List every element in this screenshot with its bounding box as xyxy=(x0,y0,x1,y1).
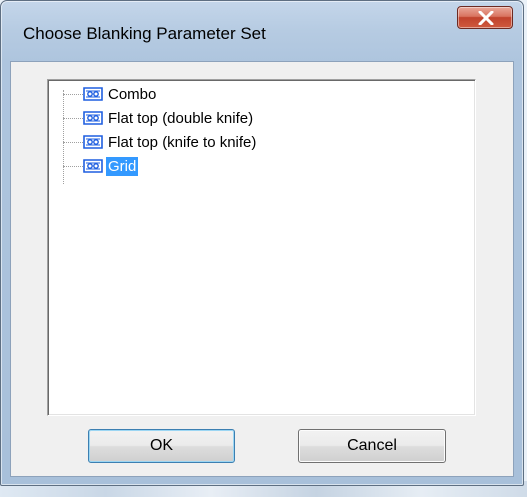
tree-item-flat-top-knife-to-knife[interactable]: Flat top (knife to knife) xyxy=(63,131,258,153)
tree-item-flat-top-double-knife[interactable]: Flat top (double knife) xyxy=(63,107,255,129)
parameter-set-icon xyxy=(83,159,103,173)
parameter-set-icon xyxy=(83,87,103,101)
parameter-set-icon xyxy=(83,135,103,149)
tree-item-label-selected: Grid xyxy=(106,156,139,176)
ok-button[interactable]: OK xyxy=(88,429,235,463)
dialog-client-area: Combo Flat top (double knife) Flat top (… xyxy=(10,61,514,477)
tree-item-label: Flat top (knife to knife) xyxy=(108,133,257,151)
tree-item-grid[interactable]: Grid xyxy=(63,155,139,177)
parameter-set-tree[interactable]: Combo Flat top (double knife) Flat top (… xyxy=(47,79,476,416)
tree-item-label: Combo xyxy=(108,85,157,103)
tree-item-label: Flat top (double knife) xyxy=(108,109,254,127)
dialog-title: Choose Blanking Parameter Set xyxy=(23,24,266,43)
parameter-set-icon xyxy=(83,111,103,125)
dialog-window: Choose Blanking Parameter Set Combo Flat… xyxy=(0,0,524,486)
cancel-button[interactable]: Cancel xyxy=(298,429,446,463)
tree-item-combo[interactable]: Combo xyxy=(63,83,158,105)
title-bar[interactable]: Choose Blanking Parameter Set xyxy=(1,1,523,61)
close-button[interactable] xyxy=(457,6,513,29)
close-icon xyxy=(478,11,494,25)
